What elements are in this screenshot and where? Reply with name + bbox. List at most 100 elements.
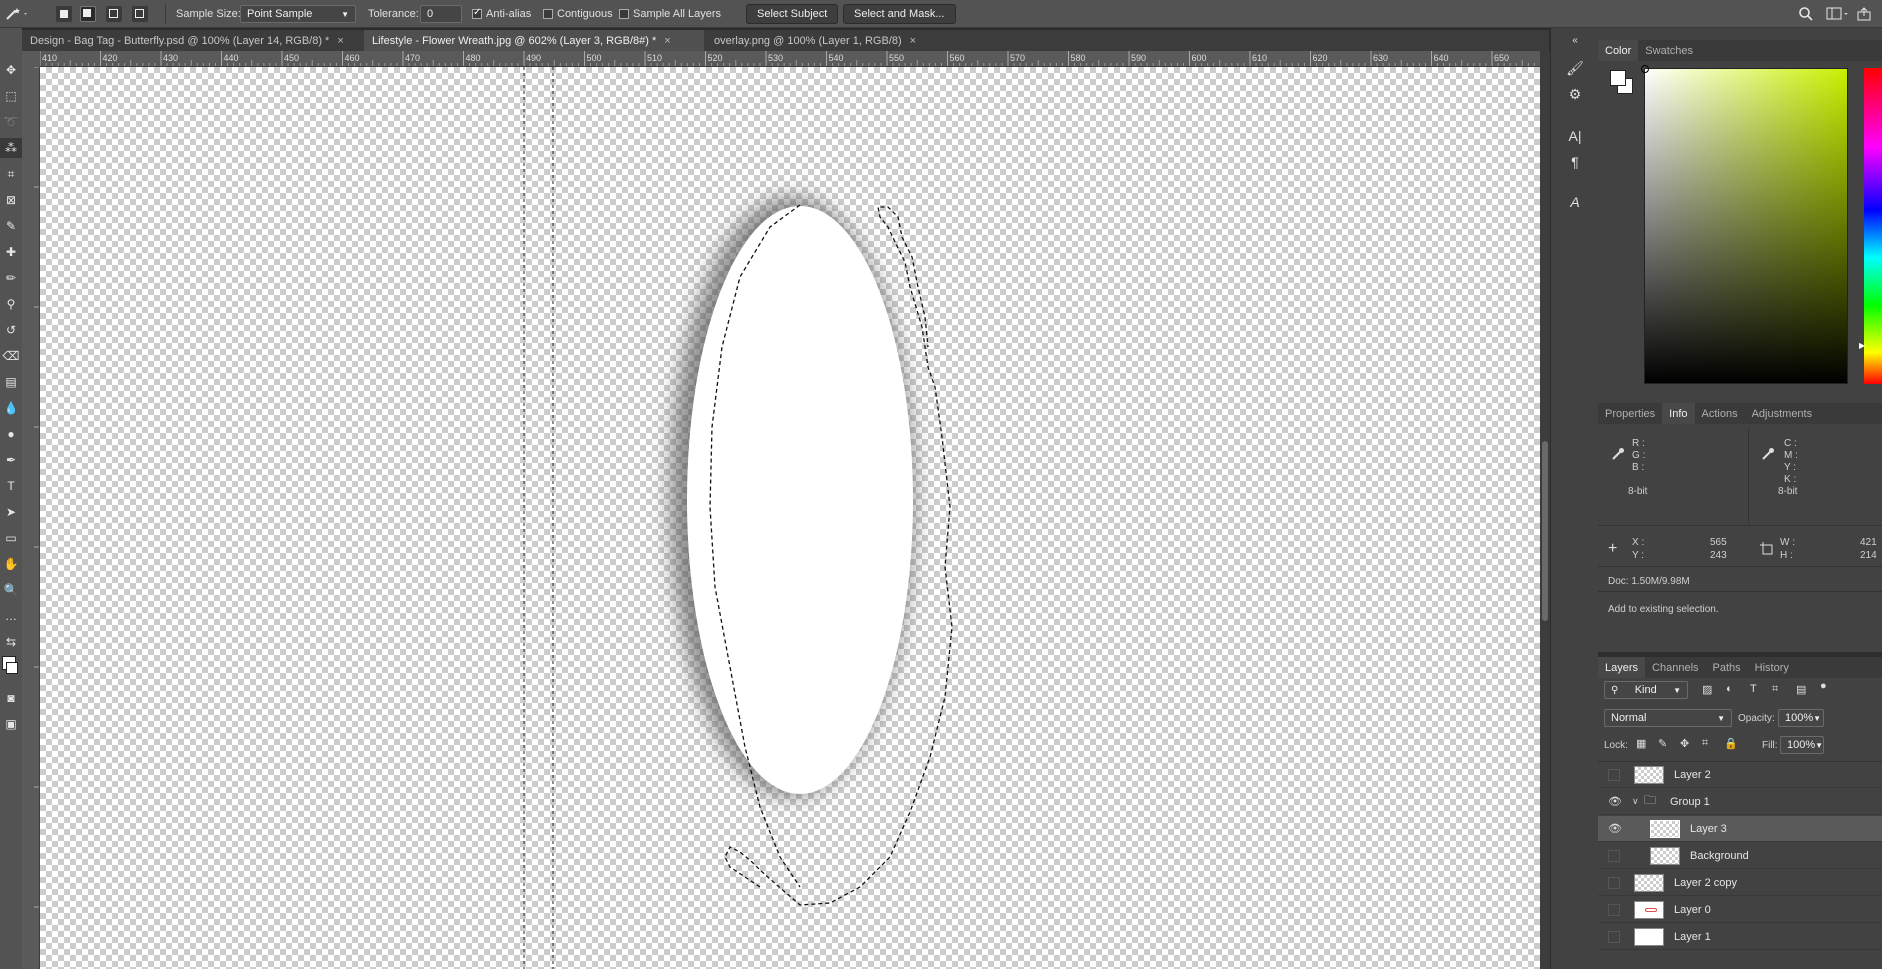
document-canvas[interactable]: [40, 67, 1540, 969]
pen-tool-icon[interactable]: ✒: [0, 450, 22, 470]
clone-stamp-tool-icon[interactable]: ⚲: [0, 294, 22, 314]
screen-mode-icon[interactable]: ▣: [0, 714, 22, 734]
foreground-color-chip[interactable]: [1610, 70, 1626, 86]
lasso-tool-icon[interactable]: ➰: [0, 112, 22, 132]
sample-size-dropdown[interactable]: Point Sample ▼: [240, 5, 356, 23]
layer-row[interactable]: 👁 ∨ 🗀 Group 1: [1598, 789, 1882, 815]
move-tool-icon[interactable]: ✥: [0, 60, 22, 80]
vertical-scrollbar[interactable]: [1540, 51, 1550, 969]
layer-row[interactable]: Layer 2: [1598, 762, 1882, 788]
sample-all-layers-checkbox[interactable]: Sample All Layers: [619, 0, 721, 28]
tolerance-input[interactable]: 0: [420, 5, 462, 23]
layer-row[interactable]: Background: [1598, 843, 1882, 869]
select-and-mask-button[interactable]: Select and Mask...: [843, 4, 956, 24]
lock-all-icon[interactable]: 🔒: [1724, 737, 1738, 750]
vertical-ruler[interactable]: [22, 67, 40, 969]
share-icon[interactable]: [1856, 0, 1872, 28]
opacity-input[interactable]: 100% ▼: [1778, 709, 1824, 727]
type-tool-icon[interactable]: T: [0, 476, 22, 496]
background-color-swatch[interactable]: [6, 662, 18, 674]
visibility-toggle[interactable]: [1608, 768, 1620, 781]
color-swatches[interactable]: [1610, 70, 1634, 94]
crop-tool-icon[interactable]: ⌗: [0, 164, 22, 184]
tab-layers[interactable]: Layers: [1598, 657, 1646, 678]
tab-history[interactable]: History: [1748, 657, 1796, 678]
brush-settings-icon[interactable]: 🖌: [1565, 58, 1585, 78]
fill-input[interactable]: 100% ▼: [1780, 736, 1824, 754]
color-picker-cursor[interactable]: [1641, 65, 1649, 73]
character-icon[interactable]: A|: [1565, 126, 1585, 146]
filter-smart-object-icon[interactable]: ▤: [1796, 683, 1806, 696]
search-icon[interactable]: [1798, 0, 1814, 28]
blend-mode-dropdown[interactable]: Normal ▼: [1604, 709, 1732, 727]
add-to-selection-icon[interactable]: [80, 6, 96, 22]
tab-properties[interactable]: Properties: [1598, 403, 1662, 424]
tab-flower-wreath[interactable]: Lifestyle - Flower Wreath.jpg @ 602% (La…: [364, 30, 704, 51]
contiguous-checkbox[interactable]: Contiguous: [543, 0, 613, 28]
visibility-toggle[interactable]: [1608, 849, 1620, 862]
magic-wand-tool-icon[interactable]: ⁂: [0, 138, 22, 158]
filter-shape-icon[interactable]: ⌗: [1772, 683, 1778, 696]
chevron-down-icon[interactable]: ∨: [1632, 796, 1639, 807]
filter-image-icon[interactable]: ▨: [1702, 683, 1712, 696]
tab-bag-tag[interactable]: Design - Bag Tag - Butterfly.psd @ 100% …: [22, 30, 362, 51]
adjust-presets-icon[interactable]: ⚙: [1565, 84, 1585, 104]
filter-kind-dropdown[interactable]: ⚲ Kind ▼: [1604, 681, 1688, 699]
tab-actions[interactable]: Actions: [1695, 403, 1745, 424]
layer-row[interactable]: Layer 1: [1598, 924, 1882, 950]
lock-artboard-icon[interactable]: ⌗: [1702, 737, 1708, 750]
visibility-toggle[interactable]: [1608, 876, 1620, 889]
magic-wand-tool-preset[interactable]: [4, 0, 30, 28]
new-selection-icon[interactable]: [56, 6, 72, 22]
filter-adjustment-icon[interactable]: ◐: [1726, 683, 1733, 695]
tab-info[interactable]: Info: [1662, 403, 1695, 424]
color-field[interactable]: [1641, 65, 1848, 384]
paragraph-icon[interactable]: ¶: [1565, 152, 1585, 172]
lock-transparent-icon[interactable]: ▦: [1636, 737, 1646, 750]
lock-image-icon[interactable]: ✎: [1658, 737, 1667, 750]
collapse-arrows-icon[interactable]: «: [1565, 30, 1585, 50]
frame-tool-icon[interactable]: ⊠: [0, 190, 22, 210]
quick-mask-icon[interactable]: ◙: [0, 688, 22, 708]
blur-tool-icon[interactable]: 💧: [0, 398, 22, 418]
layer-row[interactable]: Layer 2 copy: [1598, 870, 1882, 896]
ruler-origin[interactable]: [22, 51, 40, 67]
gradient-tool-icon[interactable]: ▤: [0, 372, 22, 392]
layer-row[interactable]: Layer 0: [1598, 897, 1882, 923]
zoom-tool-icon[interactable]: 🔍: [0, 580, 22, 600]
scrollbar-thumb[interactable]: [1542, 441, 1548, 621]
horizontal-ruler[interactable]: 410 420 430 440 450 460 470 480 490 500 510 520 530 5…: [40, 51, 1544, 67]
hand-tool-icon[interactable]: ✋: [0, 554, 22, 574]
eye-icon[interactable]: 👁: [1608, 795, 1622, 809]
tab-overlay[interactable]: overlay.png @ 100% (Layer 1, RGB/8) ×: [706, 30, 956, 51]
eyedropper-tool-icon[interactable]: ✎: [0, 216, 22, 236]
marquee-tool-icon[interactable]: ⬚: [0, 86, 22, 106]
filter-type-icon[interactable]: T: [1750, 683, 1757, 695]
close-icon[interactable]: ×: [337, 35, 343, 47]
close-icon[interactable]: ×: [910, 35, 916, 47]
eye-icon[interactable]: 👁: [1608, 822, 1622, 836]
close-icon[interactable]: ×: [664, 35, 670, 47]
filter-toggle-icon[interactable]: ●: [1820, 680, 1827, 692]
glyphs-icon[interactable]: A: [1565, 192, 1585, 212]
history-brush-tool-icon[interactable]: ↺: [0, 320, 22, 340]
layer-row[interactable]: 👁 Layer 3: [1598, 816, 1882, 842]
workspace-icon[interactable]: [1826, 0, 1850, 28]
swap-colors-icon[interactable]: ⇆: [0, 632, 22, 652]
path-selection-tool-icon[interactable]: ➤: [0, 502, 22, 522]
tab-color[interactable]: Color: [1598, 40, 1639, 61]
tab-channels[interactable]: Channels: [1645, 657, 1705, 678]
shape-tool-icon[interactable]: ▭: [0, 528, 22, 548]
intersect-selection-icon[interactable]: [132, 6, 148, 22]
brush-tool-icon[interactable]: ✏: [0, 268, 22, 288]
lock-position-icon[interactable]: ✥: [1680, 737, 1689, 750]
select-subject-button[interactable]: Select Subject: [746, 4, 839, 24]
hue-slider[interactable]: ▶: [1859, 68, 1882, 384]
dodge-tool-icon[interactable]: ●: [0, 424, 22, 444]
visibility-toggle[interactable]: [1608, 930, 1620, 943]
anti-alias-checkbox[interactable]: Anti-alias: [472, 0, 531, 28]
more-tools-icon[interactable]: …: [0, 606, 22, 626]
tab-swatches[interactable]: Swatches: [1638, 40, 1700, 61]
subtract-from-selection-icon[interactable]: [106, 6, 122, 22]
tab-adjustments[interactable]: Adjustments: [1745, 403, 1820, 424]
